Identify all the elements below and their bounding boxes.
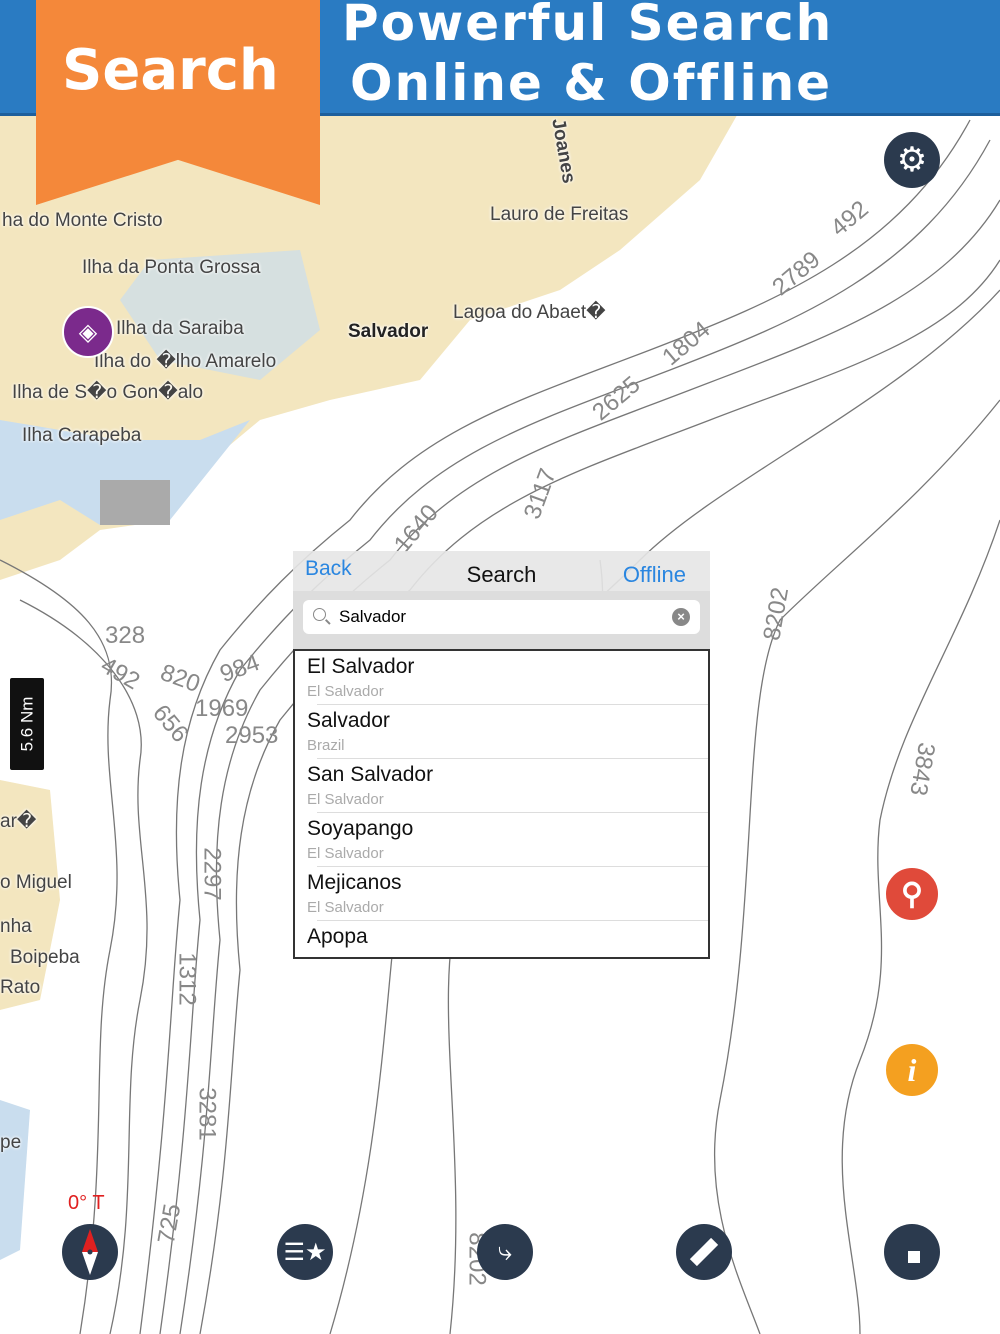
search-panel: Back Search Offline × El SalvadorEl Salv… bbox=[293, 551, 710, 959]
place-label: o Miguel bbox=[0, 872, 72, 893]
search-results-list: El Salvador El Salvador Salvador Brazil Sa… bbox=[293, 649, 710, 959]
banner-line-2: Online & Offline bbox=[350, 54, 833, 112]
favorites-list-button[interactable]: ☰★ bbox=[277, 1224, 333, 1280]
place-label: Ilha da Saraiba bbox=[116, 318, 244, 339]
place-label: Lauro de Freitas bbox=[490, 204, 629, 225]
place-label: Ilha Carapeba bbox=[22, 425, 142, 446]
place-label: ha do Monte Cristo bbox=[2, 210, 163, 231]
place-label: Ilha do �lho Amarelo bbox=[94, 351, 277, 372]
result-name: Salvador bbox=[307, 709, 390, 732]
settings-button[interactable]: ⚙ bbox=[884, 132, 940, 188]
place-label: Rato bbox=[0, 977, 41, 998]
depth-label: 2953 bbox=[225, 722, 279, 749]
measure-button[interactable] bbox=[676, 1224, 732, 1280]
result-item[interactable]: El Salvador El Salvador bbox=[295, 651, 708, 705]
result-country: Brazil bbox=[307, 737, 345, 754]
result-item[interactable]: Soyapango El Salvador bbox=[295, 813, 708, 867]
result-name: Mejicanos bbox=[307, 871, 402, 894]
gear-icon: ⚙ bbox=[896, 141, 928, 179]
result-item[interactable]: San Salvador El Salvador bbox=[295, 759, 708, 813]
result-item[interactable]: Salvador Brazil bbox=[295, 705, 708, 759]
depth-label: 1312 bbox=[173, 952, 201, 1006]
compass-icon bbox=[82, 1229, 98, 1275]
search-input[interactable] bbox=[339, 600, 659, 634]
place-label: Lagoa do Abaet� bbox=[453, 302, 606, 323]
place-label: Ilha da Ponta Grossa bbox=[82, 257, 261, 278]
result-name: El Salvador bbox=[307, 655, 415, 678]
search-bar: × bbox=[293, 591, 710, 649]
result-item[interactable]: Apopa bbox=[295, 921, 708, 975]
place-label: pe bbox=[0, 1132, 22, 1153]
search-icon bbox=[313, 608, 326, 621]
compass-button[interactable] bbox=[62, 1224, 118, 1280]
stop-icon bbox=[908, 1251, 920, 1263]
result-name: Soyapango bbox=[307, 817, 414, 840]
ribbon-label: Search bbox=[62, 38, 279, 103]
depth-label: 1969 bbox=[195, 695, 249, 722]
search-button[interactable]: ⚲ bbox=[884, 866, 940, 922]
list-star-icon: ☰★ bbox=[283, 1238, 327, 1266]
place-label: ar� bbox=[0, 811, 37, 832]
result-country: El Salvador bbox=[307, 845, 384, 862]
scale-label: 5.6 Nm bbox=[17, 696, 37, 752]
ruler-icon bbox=[689, 1237, 719, 1267]
layers-icon: ◈ bbox=[78, 318, 98, 346]
scale-bar: 5.6 Nm bbox=[8, 676, 46, 772]
route-button[interactable]: ⤷ bbox=[477, 1224, 533, 1280]
banner-line-1: Powerful Search bbox=[342, 0, 834, 52]
result-country: El Salvador bbox=[307, 899, 384, 916]
info-icon: i bbox=[907, 1051, 917, 1088]
offline-button[interactable]: Offline bbox=[623, 562, 686, 588]
result-name: San Salvador bbox=[307, 763, 434, 786]
result-country: El Salvador bbox=[307, 683, 384, 700]
search-icon-handle bbox=[325, 619, 331, 625]
heading-readout: 0° T bbox=[68, 1192, 105, 1214]
result-country: El Salvador bbox=[307, 791, 384, 808]
magnifier-icon: ⚲ bbox=[901, 877, 923, 911]
stop-button[interactable] bbox=[884, 1224, 940, 1280]
place-label: Salvador bbox=[348, 321, 429, 342]
depth-label: 2297 bbox=[198, 847, 226, 901]
clear-search-icon[interactable]: × bbox=[672, 608, 690, 626]
place-label: Ilha de S�o Gon�alo bbox=[12, 382, 204, 403]
search-header: Back Search Offline bbox=[293, 551, 710, 591]
depth-label: 3281 bbox=[193, 1087, 221, 1141]
info-button[interactable]: i bbox=[884, 1042, 940, 1098]
depth-label: 328 bbox=[105, 622, 146, 649]
place-label: nha bbox=[0, 916, 32, 937]
result-name: Apopa bbox=[307, 925, 368, 948]
route-pins-icon: ⤷ bbox=[497, 1236, 513, 1266]
search-field-container[interactable]: × bbox=[303, 600, 700, 634]
result-item[interactable]: Mejicanos El Salvador bbox=[295, 867, 708, 921]
layers-button[interactable]: ◈ bbox=[62, 306, 114, 358]
place-label: Boipeba bbox=[10, 947, 80, 968]
